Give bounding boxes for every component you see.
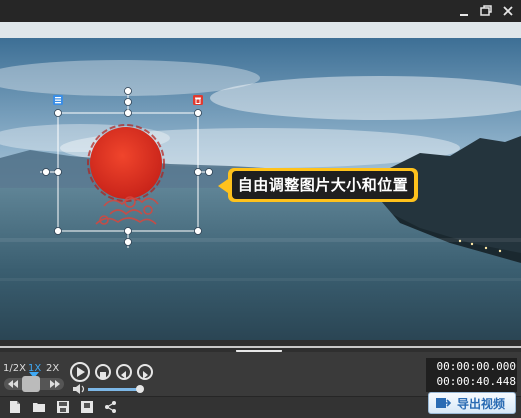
total-time: 00:00:40.448: [436, 375, 516, 388]
app-window: 自由调整图片大小和位置 1/2X 1X 2X 00:00:00.000 00:0…: [0, 0, 521, 418]
volume-slider-thumb[interactable]: [136, 385, 144, 393]
title-bar: [0, 0, 521, 22]
next-icon: [143, 371, 148, 379]
stop-button[interactable]: [95, 364, 111, 380]
restore-icon[interactable]: [478, 3, 494, 19]
volume-icon[interactable]: [72, 383, 86, 395]
resize-handle-tl: [54, 109, 62, 117]
speed-half[interactable]: 1/2X: [3, 363, 26, 374]
video-preview[interactable]: 自由调整图片大小和位置: [0, 22, 521, 340]
prev-frame-button[interactable]: [116, 364, 132, 380]
resize-handle-br: [194, 227, 202, 235]
save-as-icon[interactable]: [80, 400, 94, 414]
speed-slider-thumb[interactable]: [22, 376, 40, 392]
resize-handle-tr: [194, 109, 202, 117]
close-icon[interactable]: [500, 3, 516, 19]
callout-pointer: [218, 179, 228, 193]
new-file-icon[interactable]: [8, 400, 22, 414]
save-icon[interactable]: [56, 400, 70, 414]
timeline-progress: [0, 346, 521, 348]
fast-forward-icon[interactable]: [50, 380, 60, 388]
stop-icon: [100, 372, 106, 378]
delete-icon[interactable]: [193, 95, 203, 105]
previous-icon: [121, 371, 126, 379]
play-icon: [77, 367, 85, 377]
layer-settings-icon[interactable]: [53, 95, 63, 105]
open-folder-icon[interactable]: [32, 400, 46, 414]
export-icon: [436, 398, 451, 408]
current-time: 00:00:00.000: [436, 360, 516, 373]
rewind-icon[interactable]: [8, 380, 18, 388]
share-icon[interactable]: [104, 400, 118, 414]
resize-handle-bl: [54, 227, 62, 235]
volume-slider[interactable]: [88, 388, 140, 391]
minimize-icon[interactable]: [456, 3, 472, 19]
export-video-button[interactable]: 导出视频: [428, 392, 516, 414]
next-frame-button[interactable]: [137, 364, 153, 380]
tip-callout: 自由调整图片大小和位置: [228, 168, 418, 202]
speed-double[interactable]: 2X: [46, 363, 59, 374]
export-label: 导出视频: [457, 397, 506, 411]
play-button[interactable]: [70, 362, 90, 382]
callout-text: 自由调整图片大小和位置: [232, 171, 414, 199]
